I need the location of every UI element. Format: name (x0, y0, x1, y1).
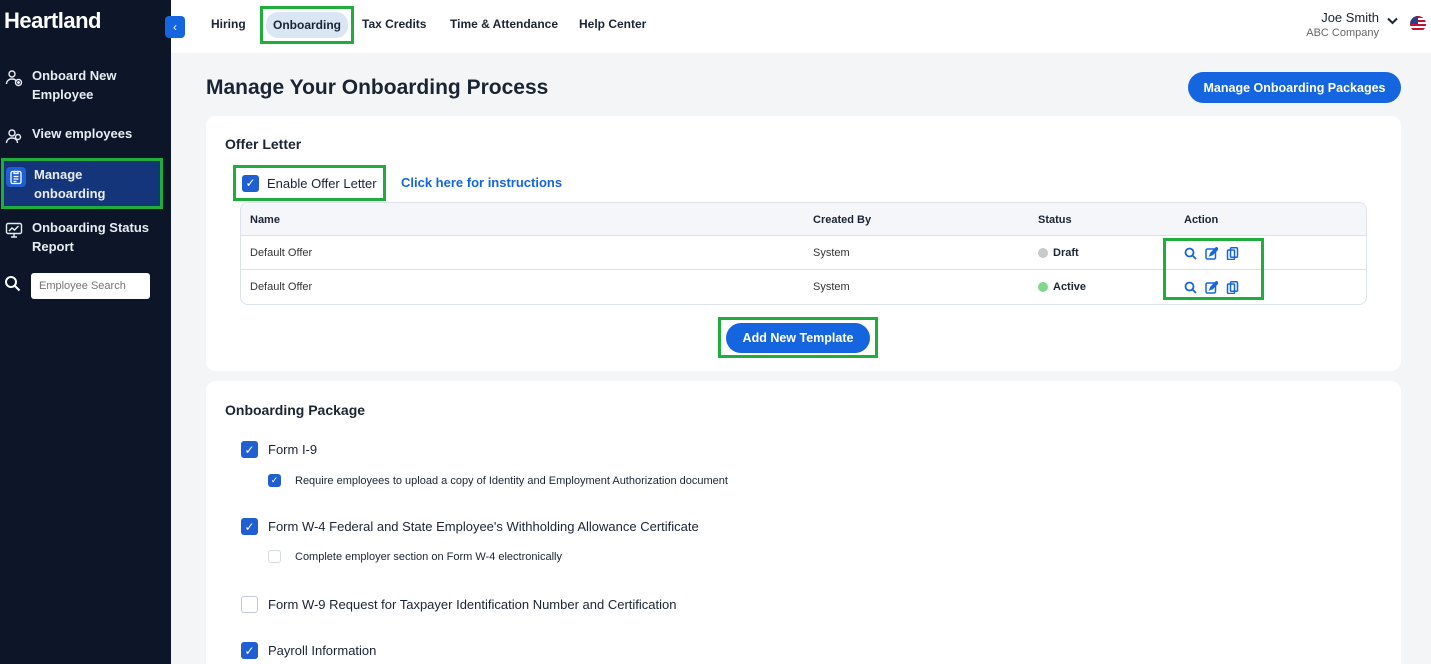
tab-tax-credits[interactable]: Tax Credits (362, 17, 426, 31)
view-icon[interactable] (1184, 247, 1197, 265)
tab-label: Onboarding (266, 12, 348, 38)
users-icon (4, 126, 24, 146)
column-header-name: Name (250, 214, 280, 226)
tab-onboarding[interactable]: Onboarding (260, 6, 354, 44)
sidebar-item-label: Employee (32, 87, 94, 102)
sidebar-item-label: Report (32, 239, 74, 254)
checkbox-checked-icon: ✓ (241, 642, 258, 659)
sidebar-item-onboard-new-employee[interactable]: Onboard New Employee (0, 66, 164, 104)
column-header-action: Action (1184, 214, 1219, 226)
chart-icon (4, 220, 24, 240)
offer-letter-title: Offer Letter (225, 136, 302, 152)
copy-icon[interactable] (1226, 247, 1239, 265)
heartland-logo: Heartland (4, 8, 101, 33)
edit-icon[interactable] (1205, 280, 1220, 299)
status-dot-icon (1038, 282, 1048, 292)
payroll-information-checkbox[interactable]: ✓ Payroll Information (241, 642, 376, 659)
tab-hiring[interactable]: Hiring (211, 17, 246, 31)
chevron-left-icon: ‹ (173, 20, 177, 34)
sidebar: Heartland Onboard New Employee View emplo… (0, 0, 171, 664)
form-w4-label: Form W-4 Federal and State Employee's Wi… (268, 519, 699, 534)
search-icon[interactable] (4, 275, 21, 297)
column-header-status: Status (1038, 214, 1072, 226)
template-name: Default Offer (250, 281, 313, 293)
sidebar-item-view-employees[interactable]: View employees (0, 124, 164, 146)
tab-time-attendance[interactable]: Time & Attendance (450, 17, 558, 31)
template-name: Default Offer (250, 247, 313, 259)
checkbox-checked-icon: ✓ (241, 518, 258, 535)
form-i9-label: Form I-9 (268, 442, 318, 457)
form-i9-checkbox[interactable]: ✓ Form I-9 (241, 441, 317, 458)
enable-offer-letter-label: Enable Offer Letter (267, 175, 377, 191)
form-w9-checkbox[interactable]: Form W-9 Request for Taxpayer Identifica… (241, 596, 676, 613)
manage-onboarding-packages-button[interactable]: Manage Onboarding Packages (1188, 72, 1401, 103)
created-by: System (813, 247, 850, 259)
sidebar-item-label: Manage (34, 167, 83, 182)
sidebar-item-label: View employees (32, 126, 133, 141)
sidebar-item-label: Onboard New (32, 68, 117, 83)
row-actions-group (1163, 238, 1264, 300)
tab-help-center[interactable]: Help Center (579, 17, 646, 31)
checkbox-unchecked-icon (268, 550, 281, 563)
page-title: Manage Your Onboarding Process (206, 76, 549, 99)
require-identity-upload-label: Require employees to upload a copy of Id… (295, 474, 728, 487)
us-flag-icon[interactable] (1410, 16, 1426, 32)
chevron-down-icon[interactable] (1387, 14, 1398, 28)
user-name: Joe Smith (1321, 10, 1379, 25)
table-header: Name Created By Status Action (241, 203, 1366, 236)
checkbox-checked-icon: ✓ (242, 174, 259, 192)
status-label: Draft (1053, 247, 1079, 259)
user-menu[interactable]: Joe Smith ABC Company (1306, 10, 1379, 39)
add-new-template-button[interactable]: Add New Template (726, 322, 870, 353)
collapse-sidebar-button[interactable]: ‹ (165, 16, 185, 38)
sidebar-item-manage-onboarding[interactable]: Manage onboarding (1, 158, 163, 209)
copy-icon[interactable] (1226, 281, 1239, 299)
employer-section-w4-label: Complete employer section on Form W-4 el… (295, 550, 562, 563)
form-w4-checkbox[interactable]: ✓ Form W-4 Federal and State Employee's … (241, 518, 699, 535)
sidebar-item-label: onboarding (34, 186, 106, 201)
status-dot-icon (1038, 248, 1048, 258)
status-label: Active (1053, 281, 1087, 293)
employee-search-input[interactable] (31, 273, 150, 299)
top-navigation: Hiring Onboarding Tax Credits Time & Att… (171, 0, 1431, 53)
sidebar-item-onboarding-status-report[interactable]: Onboarding Status Report (0, 218, 164, 256)
checkbox-checked-icon: ✓ (241, 441, 258, 458)
clipboard-icon (6, 167, 26, 187)
enable-offer-letter-checkbox[interactable]: ✓ Enable Offer Letter (233, 165, 386, 201)
add-template-highlight: Add New Template (718, 317, 878, 358)
checkbox-unchecked-icon (241, 596, 258, 613)
payroll-information-label: Payroll Information (268, 643, 377, 658)
employee-search-row (4, 273, 150, 299)
column-header-created-by: Created By (813, 214, 872, 226)
checkbox-checked-icon: ✓ (268, 474, 281, 487)
row-actions (1184, 280, 1239, 299)
form-w9-label: Form W-9 Request for Taxpayer Identifica… (268, 597, 677, 612)
status-badge: Draft (1038, 247, 1079, 259)
status-badge: Active (1038, 281, 1086, 293)
company-name: ABC Company (1306, 27, 1379, 39)
user-add-icon (4, 68, 24, 88)
instructions-link[interactable]: Click here for instructions (401, 175, 562, 190)
row-actions (1184, 246, 1239, 265)
view-icon[interactable] (1184, 281, 1197, 299)
require-identity-upload-checkbox[interactable]: ✓ Require employees to upload a copy of … (268, 474, 728, 487)
employer-section-w4-checkbox[interactable]: Complete employer section on Form W-4 el… (268, 550, 562, 563)
created-by: System (813, 281, 850, 293)
sidebar-item-label: Onboarding Status (32, 220, 149, 235)
edit-icon[interactable] (1205, 246, 1220, 265)
onboarding-package-title: Onboarding Package (225, 402, 366, 418)
